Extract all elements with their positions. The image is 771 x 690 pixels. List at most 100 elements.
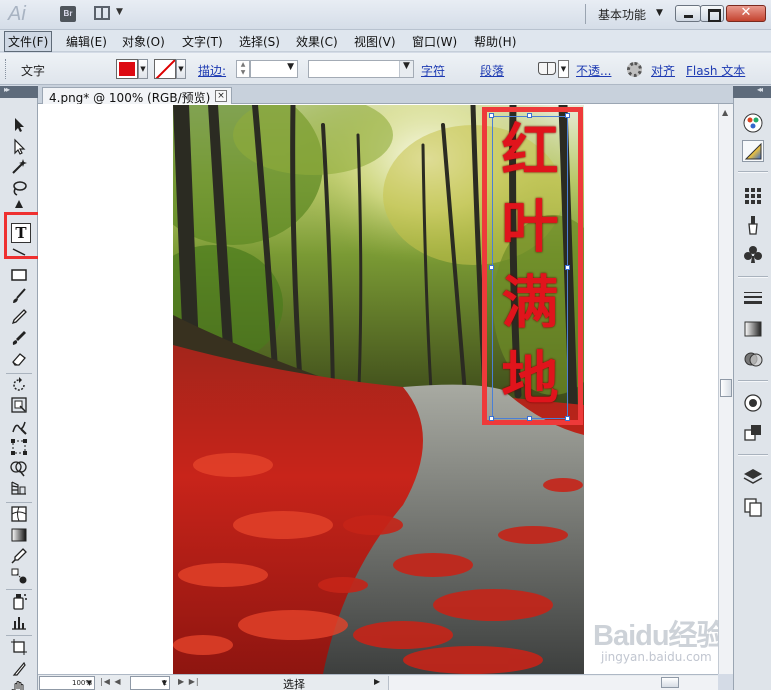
layers-icon[interactable] xyxy=(742,466,764,488)
gradient-tool-icon[interactable] xyxy=(10,526,28,544)
pencil-tool-icon[interactable] xyxy=(10,308,28,326)
expand-arrows-icon[interactable]: ◂◂ xyxy=(757,85,763,94)
free-transform-tool-icon[interactable] xyxy=(10,438,28,456)
color-icon[interactable] xyxy=(742,140,764,162)
symbols-icon[interactable] xyxy=(742,244,764,266)
dock-panel-header[interactable]: ◂◂ xyxy=(733,85,771,98)
chevron-down-icon: ▼ xyxy=(399,61,413,77)
stroke-weight-select[interactable]: ▼ xyxy=(250,60,298,78)
arrange-documents-button[interactable]: ▼ xyxy=(94,6,124,22)
symbol-sprayer-tool-icon[interactable] xyxy=(10,592,28,610)
close-tab-icon[interactable]: × xyxy=(215,90,227,102)
eraser-tool-icon[interactable] xyxy=(10,350,28,368)
first-prev-artboard-icon[interactable]: |◀ ◀ xyxy=(100,677,122,686)
fill-dropdown[interactable]: ▼ xyxy=(138,59,148,79)
status-tool-label[interactable]: 选择 xyxy=(283,676,305,690)
tools-panel-header[interactable]: ▸▸ xyxy=(0,85,38,98)
next-last-artboard-icon[interactable]: ▶ ▶| xyxy=(178,677,200,686)
selection-tool-icon[interactable] xyxy=(10,116,28,134)
warp-tool-icon[interactable] xyxy=(10,418,28,436)
mesh-tool-icon[interactable] xyxy=(10,505,28,523)
font-family-select[interactable]: ▼ xyxy=(308,60,414,78)
horizontal-scrollbar[interactable] xyxy=(388,676,718,690)
bridge-button[interactable]: Br xyxy=(60,6,76,22)
opacity-link[interactable]: 不透... xyxy=(576,62,611,79)
fill-color-swatch[interactable] xyxy=(116,59,138,79)
paintbrush-tool-icon[interactable] xyxy=(10,287,28,305)
menu-object[interactable]: 对象(O) xyxy=(122,33,165,50)
workspace-switcher[interactable]: 基本功能 xyxy=(598,6,646,23)
slice-tool-icon[interactable] xyxy=(10,660,28,678)
color-guide-icon[interactable] xyxy=(742,112,764,134)
chevron-down-icon[interactable]: ▼ xyxy=(558,60,569,78)
zoom-select[interactable]: 100% ▼ xyxy=(39,676,95,690)
status-bar: 100% ▼ |◀ ◀ 1 ▼ ▶ ▶| 选择 ▶ xyxy=(38,674,718,690)
chevron-down-icon: ▼ xyxy=(116,7,123,17)
stroke-color-swatch[interactable] xyxy=(154,59,176,79)
perspective-grid-tool-icon[interactable] xyxy=(10,479,28,497)
align-link[interactable]: 对齐 xyxy=(651,62,675,79)
blob-brush-tool-icon[interactable] xyxy=(10,329,28,347)
hand-tool-icon[interactable] xyxy=(10,680,28,690)
menu-file[interactable]: 文件(F) xyxy=(4,31,53,52)
stroke-weight-stepper[interactable]: ▲ ▼ xyxy=(236,60,250,78)
collapse-arrows-icon[interactable]: ▸▸ xyxy=(4,85,10,94)
menu-window[interactable]: 窗口(W) xyxy=(412,33,457,50)
column-graph-tool-icon[interactable] xyxy=(10,613,28,631)
shape-builder-tool-icon[interactable] xyxy=(10,459,28,477)
swatches-icon[interactable] xyxy=(742,184,764,206)
brushes-icon[interactable] xyxy=(742,214,764,236)
rotate-tool-icon[interactable] xyxy=(10,376,28,394)
direct-selection-tool-icon[interactable] xyxy=(10,138,28,156)
artboard-number-select[interactable]: 1 ▼ xyxy=(130,676,170,690)
app-logo: Ai xyxy=(8,3,26,25)
divider xyxy=(738,171,768,173)
lasso-tool-icon[interactable] xyxy=(10,179,28,197)
vertical-text-object[interactable]: 红 叶 满 地 xyxy=(494,113,566,417)
divider xyxy=(738,454,768,456)
chevron-down-icon[interactable]: ▼ xyxy=(656,8,663,18)
stroke-dropdown[interactable]: ▼ xyxy=(176,59,186,79)
artboards-icon[interactable] xyxy=(742,496,764,518)
stroke-icon[interactable] xyxy=(742,288,764,310)
book-icon[interactable] xyxy=(538,62,556,75)
flash-text-link[interactable]: Flash 文本 xyxy=(686,62,745,79)
close-window-button[interactable]: ✕ xyxy=(726,5,766,22)
chevron-down-icon: ▼ xyxy=(86,679,92,687)
artboard-tool-icon[interactable] xyxy=(10,638,28,656)
menu-select[interactable]: 选择(S) xyxy=(239,33,280,50)
graphic-styles-icon[interactable] xyxy=(742,422,764,444)
minimize-button[interactable] xyxy=(675,5,701,22)
menu-view[interactable]: 视图(V) xyxy=(354,33,396,50)
scroll-up-arrow-icon[interactable]: ▲ xyxy=(722,108,728,117)
menu-edit[interactable]: 编辑(E) xyxy=(66,33,107,50)
magic-wand-tool-icon[interactable] xyxy=(10,158,28,176)
line-segment-tool-icon[interactable] xyxy=(10,248,28,256)
gradient-icon[interactable] xyxy=(742,318,764,340)
eyedropper-tool-icon[interactable] xyxy=(10,547,28,565)
panel-grip[interactable] xyxy=(5,59,8,79)
gear-icon[interactable] xyxy=(627,62,642,77)
scale-tool-icon[interactable] xyxy=(10,396,28,414)
stroke-link[interactable]: 描边: xyxy=(198,62,226,79)
menu-type[interactable]: 文字(T) xyxy=(182,33,223,50)
transparency-icon[interactable] xyxy=(742,348,764,370)
document-tab[interactable]: 4.png* @ 100% (RGB/预览) × xyxy=(42,87,232,105)
divider xyxy=(6,635,32,636)
status-menu-arrow-icon[interactable]: ▶ xyxy=(374,677,380,686)
appearance-icon[interactable] xyxy=(742,392,764,414)
tools-panel: T xyxy=(0,98,43,690)
title-bar: Ai Br ▼ 基本功能 ▼ ✕ xyxy=(0,0,771,30)
menu-help[interactable]: 帮助(H) xyxy=(474,33,516,50)
paragraph-panel-link[interactable]: 段落 xyxy=(480,62,504,79)
maximize-button[interactable] xyxy=(700,5,724,22)
pen-tool-icon[interactable] xyxy=(10,199,28,209)
vertical-scrollbar[interactable]: ▲ xyxy=(718,104,733,674)
scrollbar-thumb[interactable] xyxy=(661,677,679,688)
type-tool-icon[interactable]: T xyxy=(11,223,31,243)
rectangle-tool-icon[interactable] xyxy=(10,266,28,284)
scrollbar-thumb[interactable] xyxy=(720,379,732,397)
blend-tool-icon[interactable] xyxy=(10,567,28,585)
menu-effect[interactable]: 效果(C) xyxy=(296,33,338,50)
character-panel-link[interactable]: 字符 xyxy=(421,62,445,79)
